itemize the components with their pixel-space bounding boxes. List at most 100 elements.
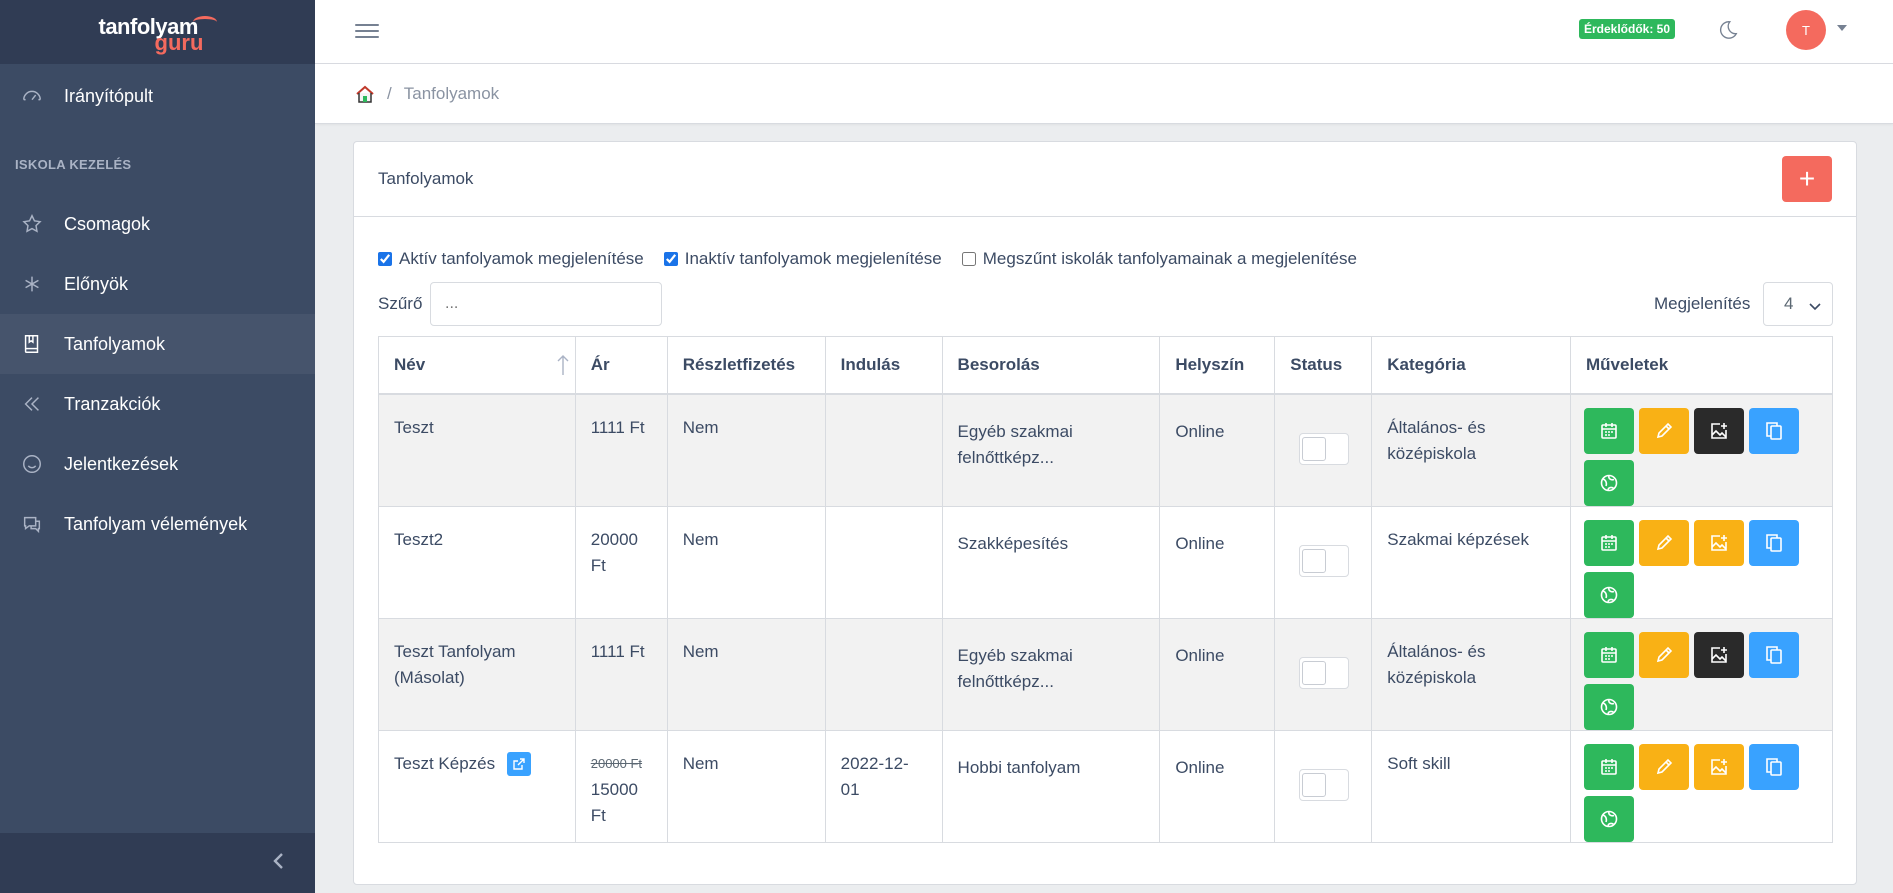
publish-button[interactable] [1583, 459, 1634, 506]
smile-icon [20, 452, 44, 476]
price-value: 1111 Ft [590, 417, 645, 437]
image-upload-button[interactable] [1693, 519, 1744, 566]
sidebar-item-packages[interactable]: Csomagok [0, 194, 315, 254]
copy-button[interactable] [1748, 743, 1799, 790]
cell-name: Teszt2 [378, 505, 576, 619]
filter-input[interactable] [430, 282, 662, 326]
edit-button[interactable] [1638, 743, 1689, 790]
sidebar-item-benefits[interactable]: Előnyök [0, 254, 315, 314]
column-header-installment[interactable]: Részletfizetés [666, 336, 826, 395]
classification-value: Hobbi tanfolyam [957, 757, 1081, 777]
chevron-left-icon [271, 852, 287, 875]
show-closed-schools-input[interactable] [961, 252, 976, 266]
publish-button[interactable] [1583, 683, 1634, 730]
copy-button[interactable] [1748, 631, 1799, 678]
courses-card: Tanfolyamok + Aktív tanfolyamok megjelen… [353, 141, 1857, 885]
calendar-icon [1599, 421, 1619, 441]
moon-icon[interactable] [1717, 19, 1739, 46]
sidebar-item-transactions[interactable]: Tranzakciók [0, 374, 315, 434]
schedule-button[interactable] [1583, 631, 1634, 678]
cell-actions [1569, 729, 1834, 843]
sidebar-item-label: Tanfolyam vélemények [64, 513, 248, 534]
column-header-location[interactable]: Helyszín [1159, 336, 1276, 395]
column-header-category[interactable]: Kategória [1371, 336, 1571, 395]
filter-label: Szűrő [378, 294, 423, 313]
course-name: Teszt [394, 417, 434, 437]
sidebar-item-label: Irányítópult [64, 85, 154, 106]
status-toggle[interactable] [1299, 432, 1350, 465]
speedometer-icon [20, 84, 44, 108]
cell-start [824, 617, 943, 731]
image-upload-button[interactable] [1693, 743, 1744, 790]
sidebar-item-dashboard[interactable]: Irányítópult [0, 66, 315, 126]
table-row: Teszt 1111 Ft Nem Egyéb szakmai felnőttk… [378, 393, 1834, 507]
cell-start [824, 393, 943, 507]
copy-button[interactable] [1748, 519, 1799, 566]
double-chevron-left-icon [20, 392, 44, 416]
image-add-icon [1709, 533, 1729, 553]
cell-category: Soft skill [1371, 729, 1571, 843]
sidebar-item-applications[interactable]: Jelentkezések [0, 434, 315, 494]
sidebar-item-courses[interactable]: Tanfolyamok [0, 314, 315, 374]
cell-classification: Hobbi tanfolyam [941, 729, 1161, 843]
cell-location: Online [1159, 617, 1276, 731]
edit-button[interactable] [1638, 407, 1689, 454]
course-name: Teszt2 [394, 529, 444, 549]
add-course-button[interactable]: + [1782, 156, 1832, 202]
edit-button[interactable] [1638, 519, 1689, 566]
sidebar-item-reviews[interactable]: Tanfolyam vélemények [0, 494, 315, 554]
old-price: 20000 Ft [590, 755, 643, 771]
brand-swoosh-icon [192, 16, 217, 28]
checkbox-label: Aktív tanfolyamok megjelenítése [399, 249, 644, 268]
show-active-input[interactable] [378, 252, 392, 266]
cell-name: Teszt Tanfolyam (Másolat) [378, 617, 576, 731]
sort-arrow-up-icon[interactable] [556, 354, 570, 381]
publish-button[interactable] [1583, 795, 1634, 842]
schedule-button[interactable] [1583, 407, 1634, 454]
external-link-icon[interactable] [507, 752, 532, 777]
cell-status [1274, 617, 1373, 731]
column-header-name[interactable]: Név [378, 336, 576, 395]
location-value: Online [1175, 757, 1225, 777]
cell-location: Online [1159, 505, 1276, 619]
column-header-price[interactable]: Ár [574, 336, 668, 395]
column-header-classification[interactable]: Besorolás [941, 336, 1161, 395]
status-toggle[interactable] [1299, 544, 1350, 577]
leads-badge[interactable]: Érdeklődők: 50 [1579, 19, 1676, 39]
schedule-button[interactable] [1583, 519, 1634, 566]
toggle-knob [1302, 772, 1327, 797]
image-upload-button[interactable] [1693, 407, 1744, 454]
chevron-down-icon [1808, 298, 1822, 318]
edit-button[interactable] [1638, 631, 1689, 678]
show-inactive-checkbox[interactable]: Inaktív tanfolyamok megjelenítése [663, 249, 942, 269]
show-active-checkbox[interactable]: Aktív tanfolyamok megjelenítése [378, 249, 644, 269]
column-header-start[interactable]: Indulás [824, 336, 943, 395]
hamburger-menu-icon[interactable] [355, 20, 379, 42]
home-icon[interactable] [355, 84, 375, 104]
brand-logo[interactable]: tanfolyam guru [0, 0, 315, 64]
status-toggle[interactable] [1299, 656, 1350, 689]
cell-classification: Szakképesítés [941, 505, 1161, 619]
column-header-status[interactable]: Status [1274, 336, 1373, 395]
publish-button[interactable] [1583, 571, 1634, 618]
pencil-icon [1654, 645, 1674, 665]
page-size-select[interactable]: 4 [1763, 282, 1833, 326]
pencil-icon [1654, 421, 1674, 441]
show-closed-schools-checkbox[interactable]: Megszűnt iskolák tanfolyamainak a megjel… [961, 249, 1357, 269]
checkbox-label: Inaktív tanfolyamok megjelenítése [684, 249, 942, 268]
header: Érdeklődők: 50 T [315, 0, 1893, 64]
copy-button[interactable] [1748, 407, 1799, 454]
avatar[interactable]: T [1786, 10, 1826, 50]
sidebar-collapse-button[interactable] [0, 833, 315, 893]
show-inactive-input[interactable] [663, 252, 678, 266]
cell-category: Szakmai képzések [1371, 505, 1571, 619]
cell-installment: Nem [666, 617, 826, 731]
cell-price: 20000 Ft 15000 Ft [574, 729, 668, 843]
status-toggle[interactable] [1299, 768, 1350, 801]
image-upload-button[interactable] [1693, 631, 1744, 678]
schedule-button[interactable] [1583, 743, 1634, 790]
cell-name: Teszt Képzés [378, 729, 576, 843]
book-icon [20, 332, 44, 356]
toggle-knob [1302, 548, 1327, 573]
caret-down-icon[interactable] [1837, 25, 1847, 31]
